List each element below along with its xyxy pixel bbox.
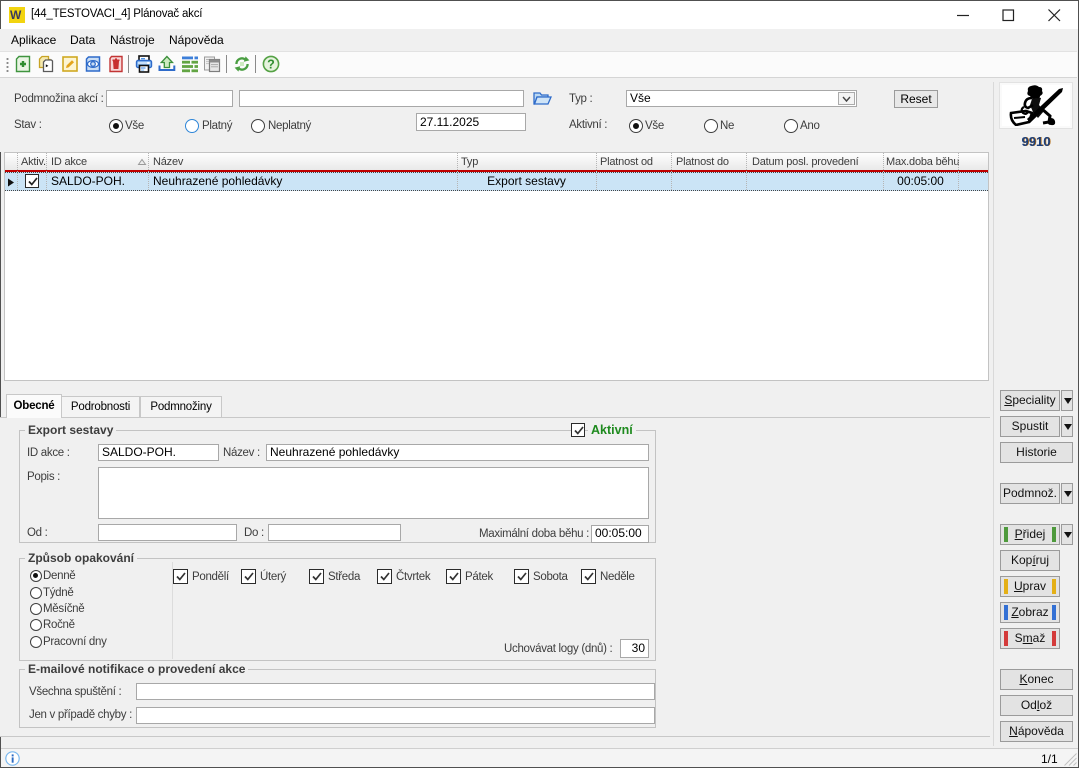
svg-text:?: ?	[267, 58, 275, 72]
